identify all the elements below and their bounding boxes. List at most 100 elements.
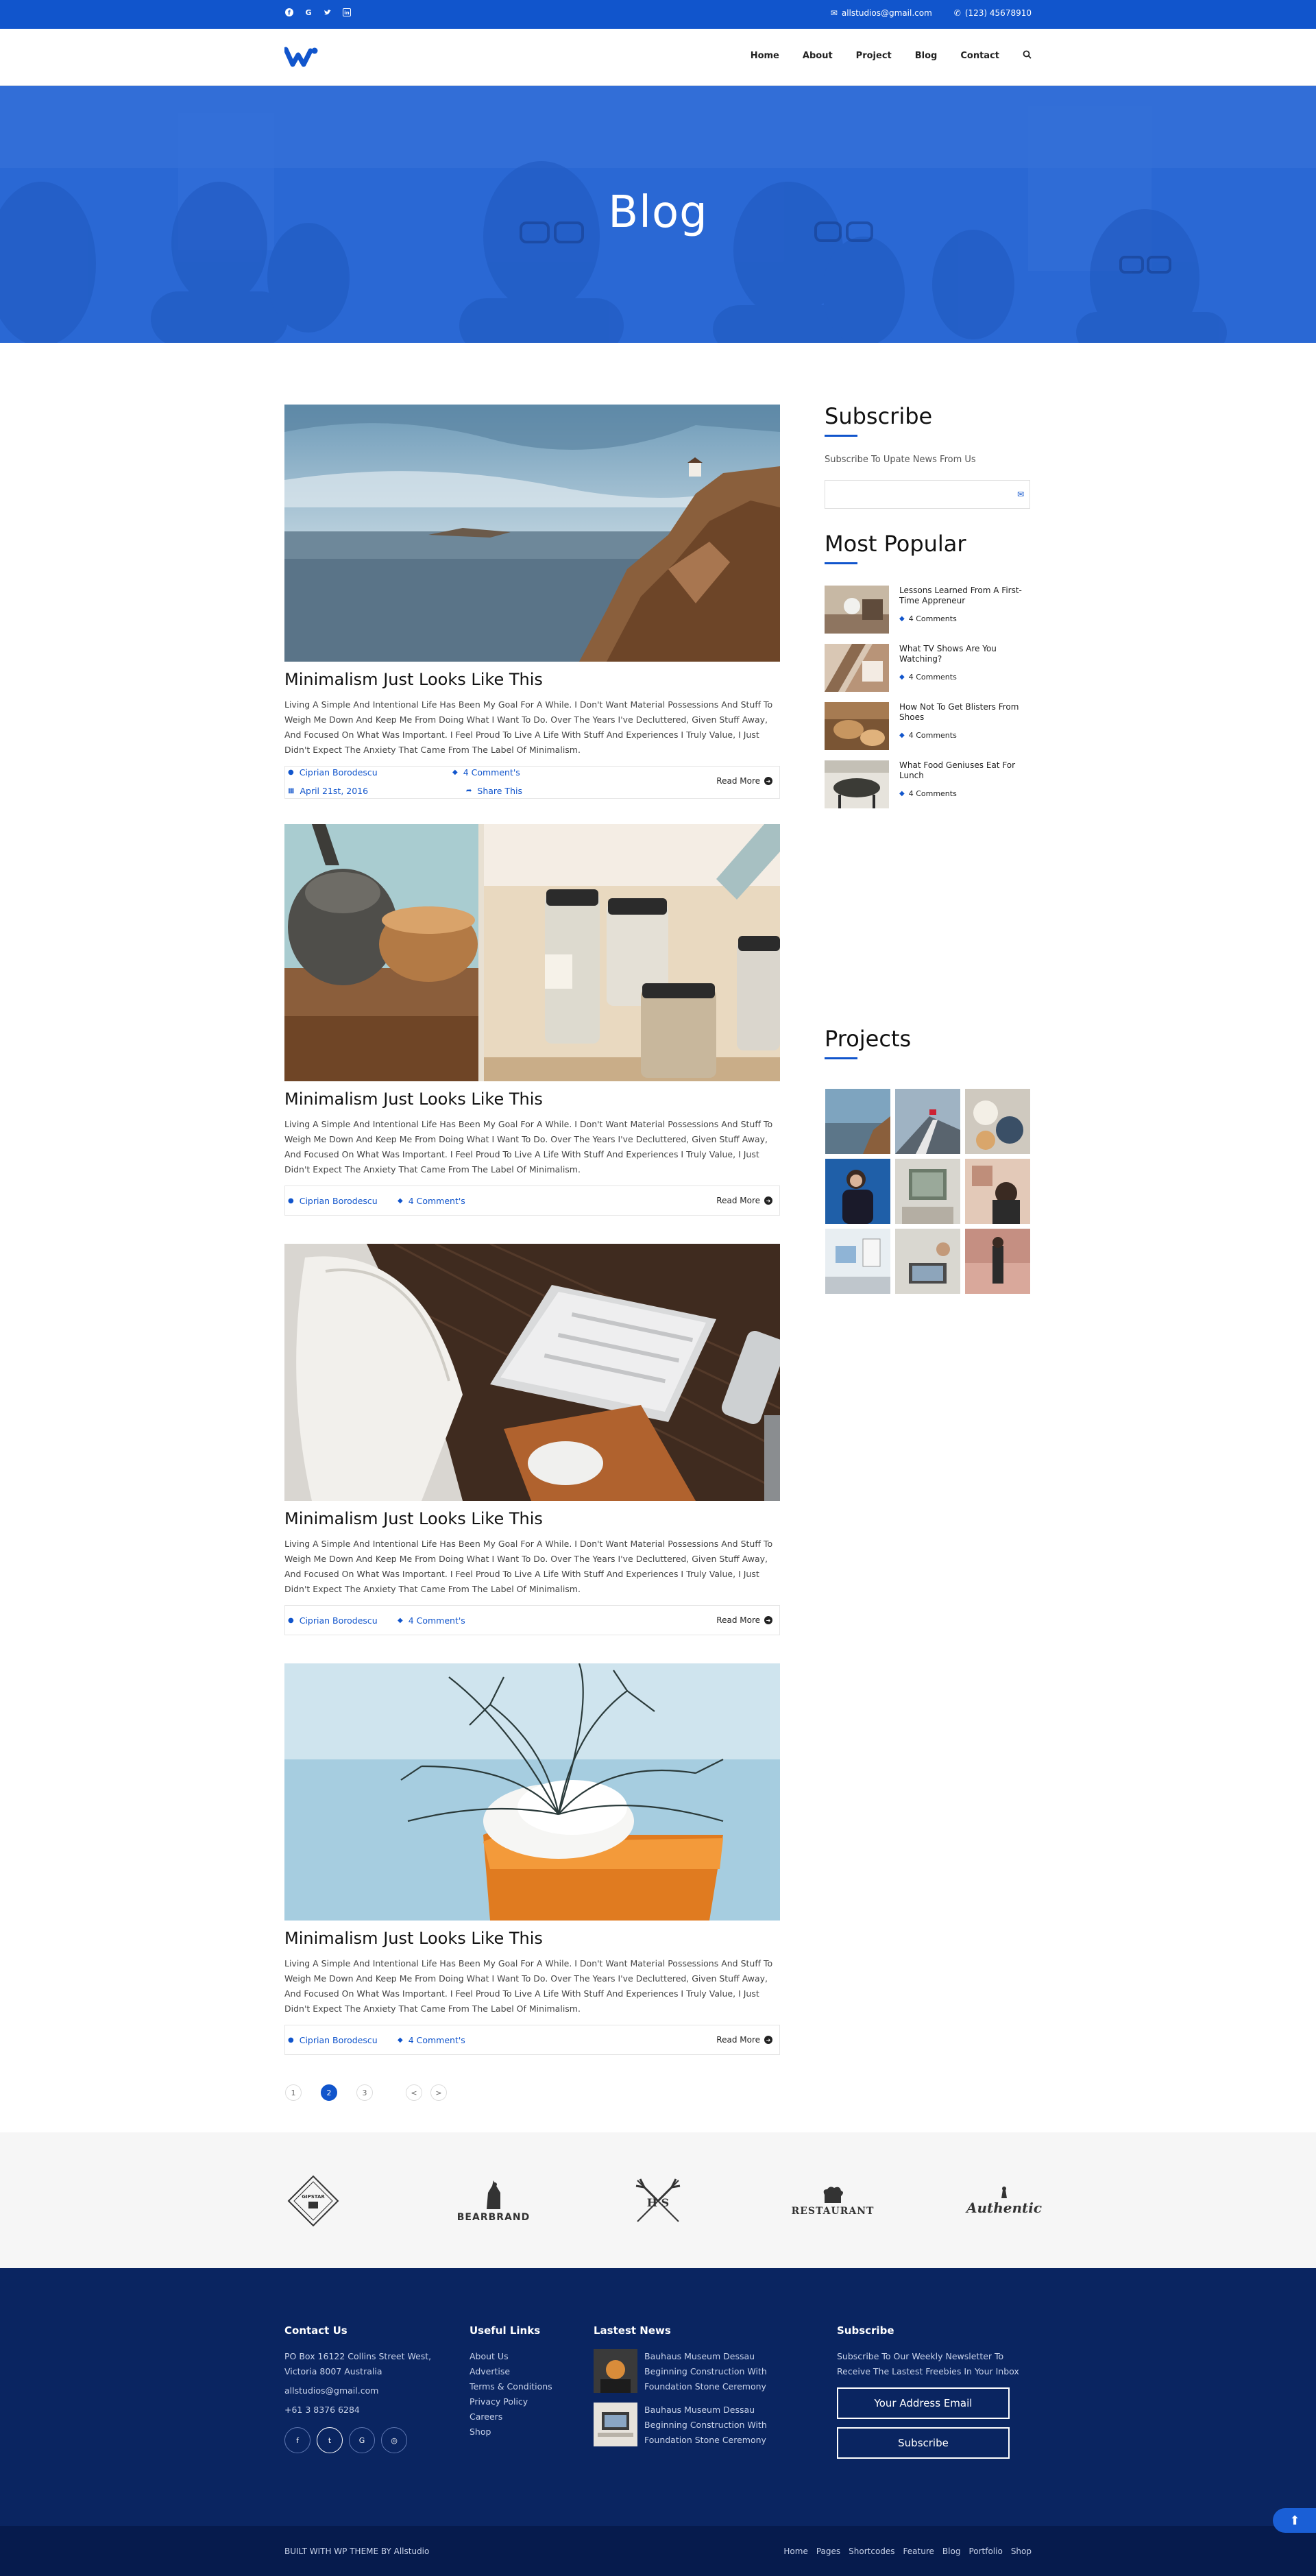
- footer-news-item[interactable]: Bauhaus Museum Dessau Beginning Construc…: [594, 2403, 799, 2448]
- post-comments[interactable]: ◆ 4 Comment's: [398, 1196, 465, 1206]
- nav-project[interactable]: Project: [856, 51, 892, 61]
- popular-item[interactable]: What TV Shows Are You Watching? ◆ 4 Comme…: [825, 644, 1030, 692]
- popular-comments: ◆ 4 Comments: [899, 731, 957, 740]
- footer-phone[interactable]: +61 3 8376 6284: [284, 2403, 449, 2418]
- facebook-icon[interactable]: f: [284, 2427, 310, 2453]
- linkedin-icon[interactable]: in: [342, 8, 352, 17]
- nav-about[interactable]: About: [803, 51, 833, 61]
- bottom-link-feature[interactable]: Feature: [903, 2547, 934, 2556]
- comment-icon: ◆: [452, 769, 458, 776]
- post-comments[interactable]: ◆ 4 Comment's: [398, 1615, 465, 1626]
- social-links: f G in: [284, 8, 352, 17]
- project-thumbnail[interactable]: [825, 1159, 890, 1224]
- bottom-link-home[interactable]: Home: [783, 2547, 807, 2556]
- footer-link[interactable]: About Us: [470, 2349, 572, 2364]
- popular-item[interactable]: What Food Geniuses Eat For Lunch ◆ 4 Comm…: [825, 760, 1030, 808]
- facebook-icon[interactable]: f: [284, 8, 294, 17]
- search-icon[interactable]: [1023, 50, 1032, 62]
- google-icon[interactable]: G: [304, 8, 313, 17]
- project-thumbnail[interactable]: [965, 1159, 1030, 1224]
- footer-link[interactable]: Privacy Policy: [470, 2394, 572, 2409]
- read-more-button[interactable]: Read More ➜: [716, 1196, 772, 1205]
- back-to-top-button[interactable]: ⬆: [1273, 2508, 1316, 2533]
- post-author[interactable]: ● Ciprian Borodescu: [288, 767, 378, 778]
- popular-item[interactable]: How Not To Get Blisters From Shoes ◆ 4 Co…: [825, 702, 1030, 750]
- footer-link[interactable]: Advertise: [470, 2364, 572, 2379]
- project-thumbnail[interactable]: [965, 1089, 1030, 1154]
- project-thumbnail[interactable]: [895, 1159, 960, 1224]
- popular-item[interactable]: Lessons Learned From A First-Time Appren…: [825, 586, 1030, 634]
- project-thumbnail[interactable]: [965, 1229, 1030, 1294]
- popular-thumbnail: [825, 644, 889, 692]
- post-author[interactable]: ● Ciprian Borodescu: [288, 2035, 378, 2045]
- brand-logo[interactable]: BEARBRAND: [452, 2167, 535, 2235]
- page-1[interactable]: 1: [285, 2084, 302, 2101]
- bottom-link-shortcodes[interactable]: Shortcodes: [849, 2547, 894, 2556]
- top-phone[interactable]: ✆ (123) 45678910: [954, 8, 1032, 18]
- project-thumbnail[interactable]: [895, 1089, 960, 1154]
- post-author[interactable]: ● Ciprian Borodescu: [288, 1615, 378, 1626]
- top-email[interactable]: ✉ allstudios@gmail.com: [831, 8, 932, 18]
- bottom-link-portfolio[interactable]: Portfolio: [968, 2547, 1002, 2556]
- post-share[interactable]: ➦ Share This: [466, 786, 522, 796]
- post-comments[interactable]: ◆ 4 Comment's: [398, 2035, 465, 2045]
- post-comments[interactable]: ◆ 4 Comment's: [452, 767, 520, 778]
- nav-blog[interactable]: Blog: [915, 51, 938, 61]
- footer-subscribe: Subscribe Subscribe To Our Weekly Newsle…: [837, 2324, 1022, 2459]
- comment-icon: ◆: [899, 673, 905, 681]
- post-image[interactable]: [284, 1663, 780, 1921]
- dribbble-icon[interactable]: ◎: [381, 2427, 407, 2453]
- footer-news-item[interactable]: Bauhaus Museum Dessau Beginning Construc…: [594, 2349, 799, 2394]
- svg-text:in: in: [344, 10, 349, 16]
- nav-contact[interactable]: Contact: [960, 51, 999, 61]
- post-image[interactable]: [284, 405, 780, 662]
- bear-icon: [487, 2180, 500, 2209]
- footer-subscribe-button[interactable]: Subscribe: [837, 2427, 1010, 2459]
- bottom-link-shop[interactable]: Shop: [1011, 2547, 1032, 2556]
- post-image[interactable]: [284, 1244, 780, 1501]
- brand-logo[interactable]: RESTAURANT: [792, 2167, 873, 2235]
- footer-contact-title: Contact Us: [284, 2324, 348, 2337]
- footer-link[interactable]: Terms & Conditions: [470, 2379, 572, 2394]
- read-more-button[interactable]: Read More ➜: [716, 1615, 772, 1625]
- brand-logo[interactable]: H S: [625, 2167, 691, 2235]
- site-logo[interactable]: [283, 47, 319, 67]
- brand-name: Authentic: [966, 2200, 1043, 2216]
- news-title: Bauhaus Museum Dessau Beginning Construc…: [644, 2351, 767, 2392]
- brand-logo[interactable]: GIPSTAR: [282, 2167, 344, 2235]
- lamp-icon: [1001, 2187, 1007, 2198]
- twitter-icon[interactable]: t: [317, 2427, 343, 2453]
- prev-page-button[interactable]: <: [406, 2084, 422, 2101]
- read-more-label: Read More: [716, 1615, 760, 1625]
- page-2[interactable]: 2: [321, 2084, 337, 2101]
- post-image[interactable]: [284, 824, 780, 1081]
- next-page-button[interactable]: >: [430, 2084, 447, 2101]
- post-excerpt: Living A Simple And Intentional Life Has…: [284, 1539, 773, 1594]
- post-title[interactable]: Minimalism Just Looks Like This: [284, 670, 780, 689]
- project-thumbnail[interactable]: [825, 1229, 890, 1294]
- post-title[interactable]: Minimalism Just Looks Like This: [284, 1090, 780, 1109]
- bottom-link-pages[interactable]: Pages: [816, 2547, 840, 2556]
- post-author[interactable]: ● Ciprian Borodescu: [288, 1196, 378, 1206]
- user-icon: ●: [288, 769, 294, 776]
- post-title[interactable]: Minimalism Just Looks Like This: [284, 1509, 780, 1528]
- brand-logo[interactable]: Authentic: [966, 2167, 1042, 2235]
- calendar-icon: ▦: [288, 787, 295, 795]
- google-icon[interactable]: G: [349, 2427, 375, 2453]
- footer-link[interactable]: Shop: [470, 2424, 572, 2440]
- post-excerpt: Living A Simple And Intentional Life Has…: [284, 699, 773, 755]
- sidebar-subscribe-input[interactable]: ✉: [825, 480, 1030, 509]
- footer-email[interactable]: allstudios@gmail.com: [284, 2383, 449, 2398]
- post-title[interactable]: Minimalism Just Looks Like This: [284, 1929, 780, 1948]
- read-more-button[interactable]: Read More ➜: [716, 2035, 772, 2045]
- bottom-link-blog[interactable]: Blog: [942, 2547, 961, 2556]
- project-thumbnail[interactable]: [895, 1229, 960, 1294]
- read-more-button[interactable]: Read More ➜: [716, 776, 772, 786]
- envelope-icon[interactable]: ✉: [1017, 490, 1024, 499]
- page-3[interactable]: 3: [356, 2084, 373, 2101]
- footer-email-input[interactable]: Your Address Email: [837, 2387, 1010, 2419]
- nav-home[interactable]: Home: [751, 51, 779, 61]
- project-thumbnail[interactable]: [825, 1089, 890, 1154]
- twitter-icon[interactable]: [323, 8, 332, 17]
- footer-link[interactable]: Careers: [470, 2409, 572, 2424]
